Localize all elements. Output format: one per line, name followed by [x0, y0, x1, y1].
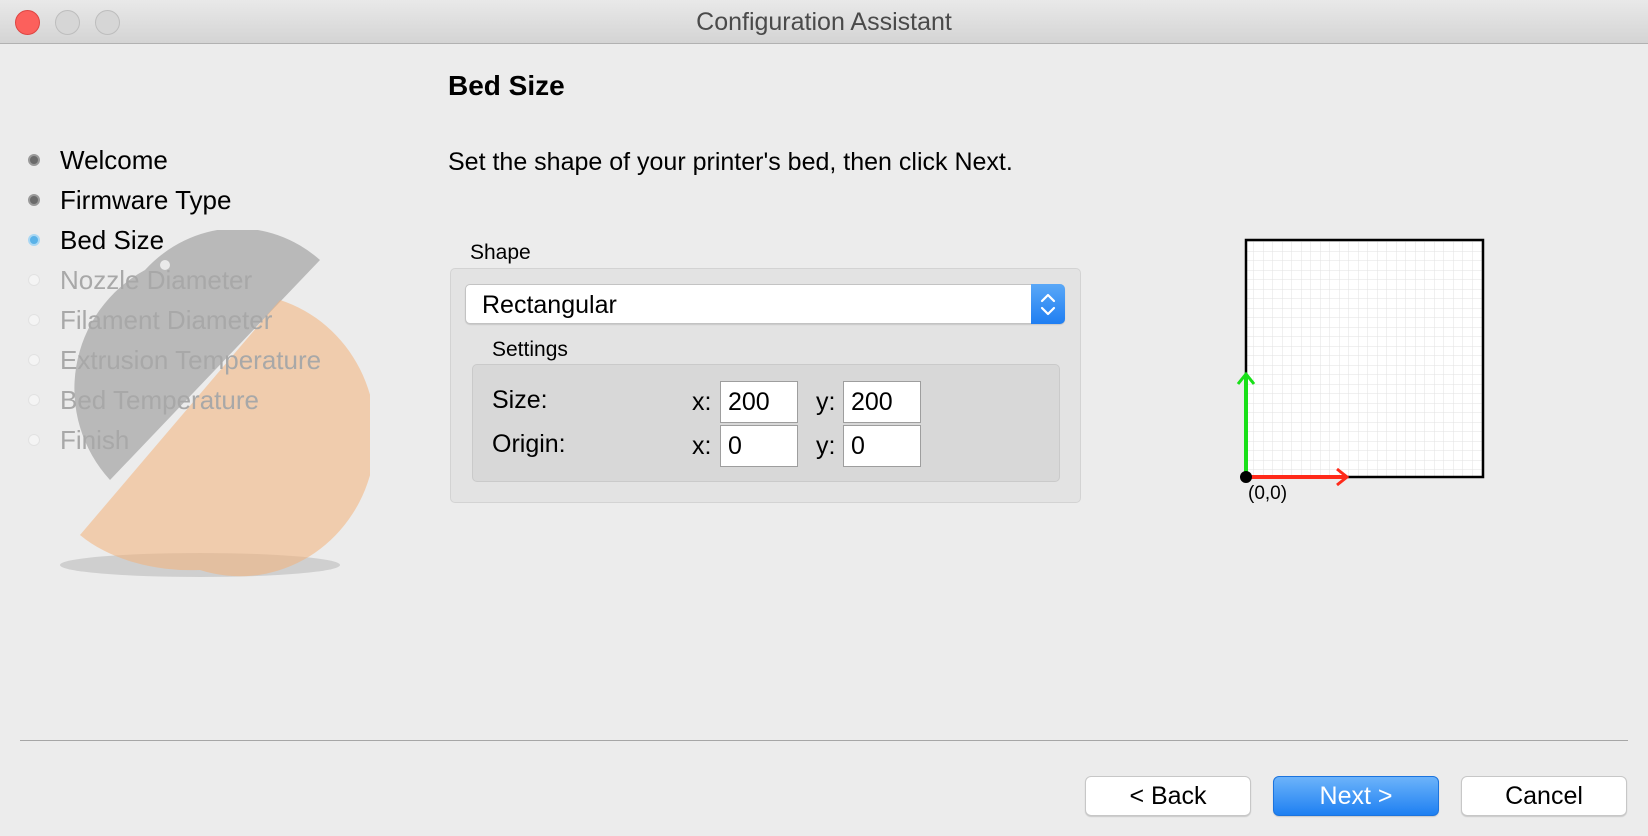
origin-x-input[interactable]: 0: [720, 425, 798, 467]
step-indicator-icon: [28, 394, 40, 406]
title-bar: Configuration Assistant: [0, 0, 1648, 44]
size-y-input[interactable]: 200: [843, 381, 921, 423]
step-indicator-icon: [28, 194, 40, 206]
footer-divider: [20, 740, 1628, 741]
size-x-label: x:: [692, 388, 712, 416]
back-button[interactable]: < Back: [1085, 776, 1251, 816]
size-x-input[interactable]: 200: [720, 381, 798, 423]
origin-coordinate-label: (0,0): [1248, 483, 1287, 504]
step-label: Filament Diameter: [60, 305, 273, 335]
origin-y-label: y:: [816, 432, 836, 460]
step-label: Extrusion Temperature: [60, 345, 322, 375]
step-label: Bed Size: [60, 225, 165, 255]
step-indicator-icon: [28, 274, 40, 286]
size-label: Size:: [492, 386, 548, 414]
shape-select[interactable]: Rectangular: [465, 284, 1065, 324]
page-instruction: Set the shape of your printer's bed, the…: [448, 148, 1013, 176]
select-chevrons-icon: [1031, 284, 1065, 324]
step-label: Welcome: [60, 145, 168, 175]
shape-select-value: Rectangular: [482, 291, 617, 319]
page-title: Bed Size: [448, 70, 565, 101]
configuration-assistant-window: Configuration Assistant Welcome Firmware…: [0, 0, 1648, 836]
step-label: Nozzle Diameter: [60, 265, 253, 295]
origin-y-input[interactable]: 0: [843, 425, 921, 467]
step-label: Firmware Type: [60, 185, 232, 215]
origin-x-label: x:: [692, 432, 712, 460]
size-y-label: y:: [816, 388, 836, 416]
origin-label: Origin:: [492, 430, 566, 458]
step-indicator-icon: [28, 354, 40, 366]
step-label: Bed Temperature: [60, 385, 259, 415]
bed-shape-preview: (0,0): [1236, 238, 1485, 504]
step-indicator-icon: [28, 314, 40, 326]
origin-point: [1240, 471, 1252, 483]
shape-group-label: Shape: [470, 241, 531, 264]
window-title: Configuration Assistant: [696, 8, 952, 36]
step-indicator-icon: [28, 434, 40, 446]
step-indicator-icon: [28, 154, 40, 166]
step-label: Finish: [60, 425, 130, 455]
cancel-button[interactable]: Cancel: [1461, 776, 1627, 816]
next-button[interactable]: Next >: [1273, 776, 1439, 816]
step-indicator-icon: [28, 234, 40, 246]
settings-group-label: Settings: [492, 338, 568, 361]
